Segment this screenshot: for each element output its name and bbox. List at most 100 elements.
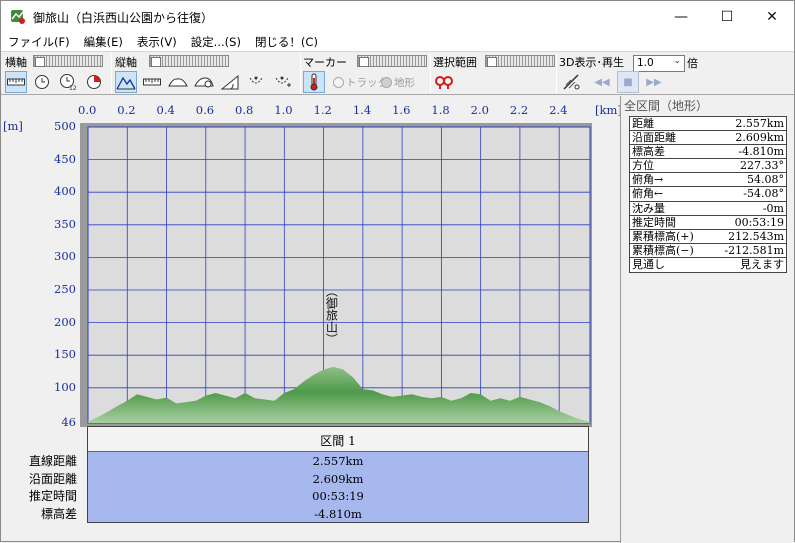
pie-clock-icon[interactable]	[83, 71, 105, 93]
summary-value-elevation: -4.810m	[314, 506, 362, 521]
menu-settings[interactable]: 設定...(S)	[184, 33, 248, 51]
info-value: -54.08°	[743, 187, 784, 201]
info-label: 見通し	[632, 257, 665, 271]
summary-value-time: 00:53:19	[312, 489, 364, 503]
summary-label-time: 推定時間	[28, 489, 77, 503]
summary-label-surface: 沿面距離	[28, 471, 77, 486]
y-axis-unit: [m]	[3, 119, 23, 133]
info-row: 方位 227.33°	[630, 159, 786, 174]
y-tick-label: 200	[54, 314, 76, 329]
info-row: 沈み量 -0m	[630, 202, 786, 216]
menu-bar: ファイル(F) 編集(E) 表示(V) 設定...(S) 閉じる！(C)	[1, 33, 794, 51]
x-tick-label: 2.2	[509, 103, 529, 117]
y-tick-label: 400	[54, 184, 76, 199]
chevron-down-icon: ⌄	[673, 56, 681, 66]
minimize-button[interactable]: —	[658, 1, 704, 33]
marker-slider[interactable]	[357, 55, 427, 67]
x-tick-label: 0.0	[78, 103, 97, 117]
info-value: 2.557km	[735, 117, 784, 130]
speed-select[interactable]: 1.0 ⌄	[633, 55, 685, 72]
x-tick-label: 1.0	[274, 103, 293, 117]
info-label: 俯角←	[632, 187, 664, 201]
x-tick-label: 0.6	[195, 103, 215, 117]
bump-profile-icon[interactable]	[167, 71, 189, 93]
horizontal-axis-label: 横軸	[5, 56, 27, 69]
selection-label: 選択範囲	[433, 56, 477, 69]
x-tick-label: 1.8	[431, 103, 450, 117]
info-label: 沿面距離	[632, 131, 676, 145]
title-bar: 御旅山（白浜西山公園から往復） — ☐ ✕	[1, 1, 794, 33]
radio-terrain[interactable]: 地形	[381, 75, 415, 90]
info-label: 方位	[632, 159, 654, 173]
y-tick-label: 500	[54, 119, 76, 133]
elevation-profile-chart[interactable]: （御旅山）	[80, 123, 592, 427]
info-value: -4.810m	[738, 145, 784, 159]
slope-profile-icon[interactable]	[219, 71, 241, 93]
info-value: -0m	[762, 201, 784, 215]
info-row: 累積標高(−) -212.581m	[630, 244, 786, 258]
menu-view[interactable]: 表示(V)	[130, 33, 184, 51]
info-row: 俯角→ 54.08°	[630, 173, 786, 188]
menu-edit[interactable]: 編集(E)	[77, 33, 130, 51]
info-value: 2.609km	[735, 131, 784, 145]
dotted-cup-plus-icon[interactable]	[271, 71, 293, 93]
x-tick-label: 1.4	[352, 103, 372, 117]
info-value: 227.33°	[740, 159, 784, 173]
info-row: 累積標高(+) 212.543m	[630, 230, 786, 244]
mountain-profile-icon[interactable]	[115, 71, 137, 93]
menu-close[interactable]: 閉じる！(C)	[248, 33, 325, 51]
marker-label: マーカー	[303, 56, 347, 69]
y-tick-label: 46	[61, 415, 76, 429]
horizontal-axis-slider[interactable]	[33, 55, 103, 67]
clock-time-icon[interactable]	[31, 71, 53, 93]
vertical-axis-slider[interactable]	[149, 55, 229, 67]
gear-profile-icon[interactable]	[193, 71, 215, 93]
info-row: 俯角← -54.08°	[630, 187, 786, 202]
play-next-button[interactable]: ▶▶	[643, 71, 665, 93]
display3d-label: 3D表示･再生	[559, 56, 624, 69]
window-title: 御旅山（白浜西山公園から往復）	[33, 11, 214, 25]
y-tick-label: 300	[54, 249, 76, 264]
y-tick-label: 450	[54, 151, 76, 166]
radio-terrain-label: 地形	[394, 77, 415, 89]
x-axis-unit: [km]	[595, 103, 622, 117]
y-tick-label: 100	[54, 379, 76, 394]
info-value: -212.581m	[724, 243, 784, 257]
maximize-button[interactable]: ☐	[704, 1, 750, 33]
selection-group: 選択範囲	[433, 53, 555, 95]
ruler-distance-icon[interactable]	[5, 71, 27, 93]
info-table: 距離 2.557km 沿面距離 2.609km 標高差 -4.810m 方位 227.33° 俯…	[629, 116, 787, 274]
y-tick-label: 250	[54, 281, 76, 296]
info-title: 全区間（地形）	[624, 99, 709, 113]
x-tick-label: 2.4	[549, 103, 568, 117]
info-value: 00:53:19	[734, 215, 784, 229]
clock-speed-icon[interactable]: 120	[57, 71, 79, 93]
radio-track[interactable]: トラック	[333, 75, 388, 90]
3d-view-icon[interactable]	[561, 71, 583, 93]
x-tick-label: 1.6	[392, 103, 411, 117]
flat-profile-icon[interactable]	[141, 71, 163, 93]
section-header[interactable]: 区間 1	[88, 427, 588, 452]
info-label: 累積標高(−)	[632, 243, 694, 257]
info-label: 標高差	[632, 145, 665, 159]
summary-label-elevation: 標高差	[40, 506, 77, 521]
marker-group: マーカー トラック 地形	[303, 53, 429, 95]
display3d-group: 3D表示･再生 1.0 ⌄ 倍 ◀◀ ■ ▶▶	[559, 53, 791, 95]
vertical-axis-label: 縦軸	[115, 56, 137, 69]
selection-markers-icon[interactable]	[433, 71, 455, 93]
dotted-cup-icon[interactable]	[245, 71, 267, 93]
close-button[interactable]: ✕	[749, 1, 795, 33]
menu-file[interactable]: ファイル(F)	[1, 33, 77, 51]
info-label: 距離	[632, 117, 654, 130]
toolbar: 横軸 120 縦軸	[1, 51, 794, 95]
info-value: 見えます	[740, 257, 784, 271]
speed-unit: 倍	[687, 57, 698, 70]
vertical-axis-group: 縦軸	[115, 53, 299, 95]
play-stop-button[interactable]: ■	[617, 71, 639, 93]
play-prev-button[interactable]: ◀◀	[591, 71, 613, 93]
info-label: 推定時間	[632, 215, 676, 229]
selection-slider[interactable]	[485, 55, 555, 67]
marker-thermometer-icon[interactable]	[303, 71, 325, 93]
info-panel: 全区間（地形） 距離 2.557km 沿面距離 2.609km 標高差 -4.810m 方位…	[620, 96, 794, 543]
x-tick-label: 0.4	[156, 103, 175, 117]
